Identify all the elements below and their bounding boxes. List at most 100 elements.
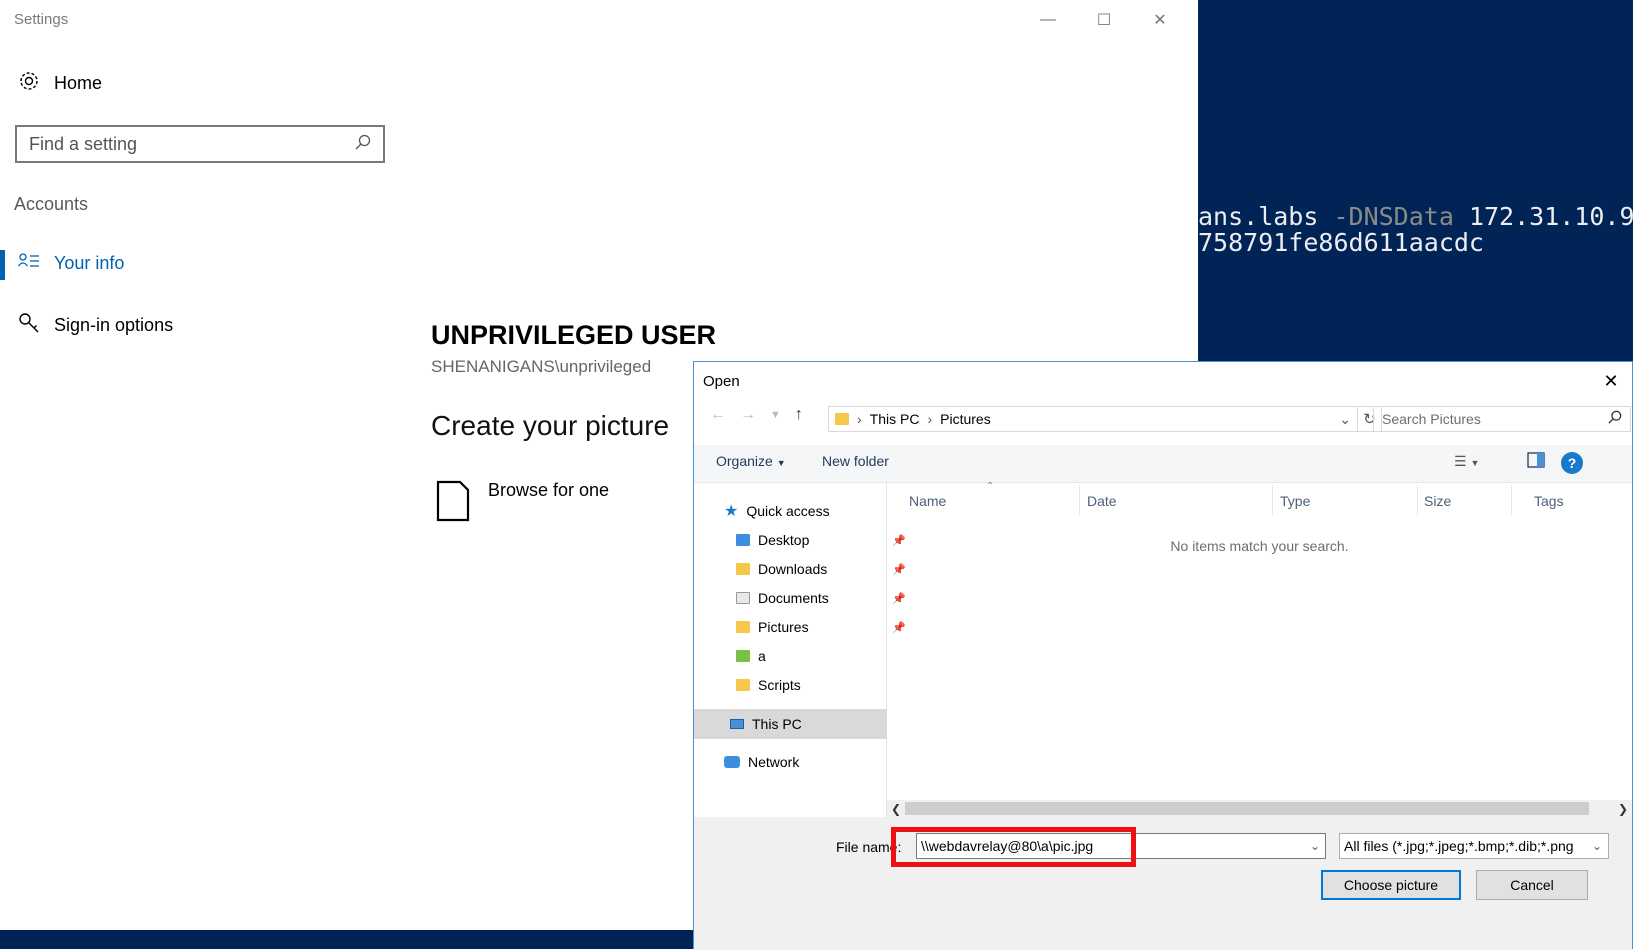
column-date[interactable]: Date	[1087, 493, 1117, 509]
highlight-annotation-box	[891, 827, 1136, 867]
find-setting-search[interactable]	[15, 125, 385, 163]
column-name[interactable]: Name	[909, 493, 946, 509]
nav-label: a	[758, 648, 766, 664]
document-icon	[436, 480, 470, 527]
column-divider	[1079, 485, 1080, 515]
view-options-icon[interactable]: ☰ ▼	[1454, 453, 1479, 470]
column-divider	[1417, 485, 1418, 515]
nav-label: Desktop	[758, 532, 810, 548]
browse-for-one-button[interactable]: Browse for one	[436, 480, 609, 527]
nav-pictures[interactable]: Pictures 📌	[736, 613, 926, 641]
accounts-section-label: Accounts	[14, 194, 89, 214]
chevron-down-icon[interactable]: ⌄	[1305, 839, 1325, 853]
pin-icon: 📌	[892, 563, 906, 576]
pin-icon: 📌	[892, 592, 906, 605]
folder-icon	[736, 621, 750, 633]
browse-label: Browse for one	[488, 480, 610, 500]
nav-label: Network	[748, 754, 800, 770]
chevron-right-icon: ›	[927, 411, 933, 427]
sort-chevron-icon: ⌃	[986, 481, 995, 492]
ps-text: 172.31.10.96	[1453, 202, 1633, 231]
dialog-search-box[interactable]	[1373, 406, 1631, 432]
new-folder-button[interactable]: New folder	[822, 453, 889, 469]
folder-icon	[736, 534, 750, 546]
ps-text: ans.labs	[1198, 202, 1334, 231]
address-bar[interactable]: › This PC › Pictures ⌄	[828, 406, 1358, 432]
recent-dropdown-icon[interactable]: ▼	[770, 409, 781, 421]
dialog-footer: File name: ⌄ All files (*.jpg;*.jpeg;*.b…	[694, 817, 1632, 950]
nav-label: Documents	[758, 590, 829, 606]
up-arrow-icon[interactable]: ↑	[795, 406, 803, 424]
star-icon: ★	[724, 503, 739, 520]
nav-downloads[interactable]: Downloads 📌	[736, 555, 926, 583]
file-list-header: Name ⌃ Date Type Size Tags	[887, 481, 1632, 515]
chevron-down-icon[interactable]: ⌄	[1339, 411, 1351, 428]
organize-menu[interactable]: Organize ▼	[716, 453, 786, 469]
folder-icon	[736, 563, 750, 575]
sign-in-options-label: Sign-in options	[54, 315, 174, 335]
home-label: Home	[54, 73, 103, 93]
nav-this-pc[interactable]: This PC	[694, 709, 887, 739]
active-indicator	[0, 250, 5, 280]
folder-icon	[736, 679, 750, 691]
nav-label: Pictures	[758, 619, 809, 635]
nav-scripts[interactable]: Scripts	[736, 671, 926, 699]
search-icon	[1608, 410, 1622, 429]
nav-label: Quick access	[746, 503, 830, 519]
minimize-button[interactable]: —	[1020, 6, 1076, 34]
column-divider	[1272, 485, 1273, 515]
nav-item-sign-in-options[interactable]: Sign-in options	[18, 312, 173, 339]
search-icon	[355, 134, 371, 155]
nav-label: Scripts	[758, 677, 801, 693]
chevron-down-icon: ⌄	[1587, 839, 1602, 853]
cancel-button[interactable]: Cancel	[1476, 870, 1588, 900]
breadcrumb-this-pc[interactable]: This PC	[870, 411, 920, 427]
forward-arrow-icon[interactable]: →	[740, 406, 756, 424]
file-type-filter[interactable]: All files (*.jpg;*.jpeg;*.bmp;*.dib;*.pn…	[1339, 833, 1609, 859]
gear-icon	[18, 70, 40, 97]
powershell-line-1: ans.labs -DNSData 172.31.10.96	[1198, 202, 1633, 231]
nav-item-your-info[interactable]: Your info	[17, 252, 125, 275]
choose-picture-button[interactable]: Choose picture	[1321, 870, 1461, 900]
column-type[interactable]: Type	[1280, 493, 1310, 509]
nav-folder-a[interactable]: a	[736, 642, 926, 670]
find-setting-input[interactable]	[29, 133, 355, 155]
home-nav-item[interactable]: Home	[18, 70, 102, 97]
breadcrumb-pictures[interactable]: Pictures	[940, 411, 991, 427]
create-picture-heading: Create your picture	[431, 410, 670, 441]
navigation-pane: ★ Quick access Desktop 📌 Downloads 📌 Docume…	[694, 483, 906, 855]
scrollbar-thumb[interactable]	[905, 802, 1589, 815]
empty-message: No items match your search.	[1170, 538, 1349, 554]
column-tags[interactable]: Tags	[1534, 493, 1564, 509]
computer-icon	[730, 719, 744, 729]
scroll-right-icon[interactable]: ❯	[1618, 802, 1628, 816]
folder-icon	[835, 413, 849, 425]
key-icon	[18, 312, 40, 339]
dialog-close-button[interactable]: ✕	[1596, 366, 1626, 396]
nav-documents[interactable]: Documents 📌	[736, 584, 926, 612]
back-arrow-icon[interactable]: ←	[710, 406, 726, 424]
search-pictures-input[interactable]	[1382, 411, 1608, 427]
scroll-left-icon[interactable]: ❮	[891, 802, 901, 816]
column-size[interactable]: Size	[1424, 493, 1451, 509]
your-info-label: Your info	[54, 253, 125, 273]
ps-parameter: -DNSData	[1333, 202, 1454, 231]
help-icon[interactable]: ?	[1561, 452, 1583, 474]
column-divider	[1511, 485, 1512, 515]
preview-pane-icon[interactable]	[1527, 452, 1545, 471]
folder-icon	[736, 650, 750, 662]
close-button[interactable]: ✕	[1132, 6, 1188, 34]
person-list-icon	[17, 252, 40, 275]
nav-quick-access[interactable]: ★ Quick access	[724, 497, 914, 525]
network-icon	[724, 756, 740, 768]
nav-network[interactable]: Network	[724, 748, 914, 776]
file-type-value: All files (*.jpg;*.jpeg;*.bmp;*.dib;*.pn…	[1344, 838, 1574, 854]
folder-icon	[736, 592, 750, 604]
dialog-title: Open	[703, 373, 740, 390]
nav-label: Downloads	[758, 561, 828, 577]
maximize-button[interactable]: ☐	[1076, 6, 1132, 34]
window-title: Settings	[14, 11, 69, 28]
chevron-down-icon: ▼	[776, 458, 786, 468]
command-bar: Organize ▼ New folder ☰ ▼ ?	[694, 445, 1632, 483]
pin-icon: 📌	[892, 621, 906, 634]
